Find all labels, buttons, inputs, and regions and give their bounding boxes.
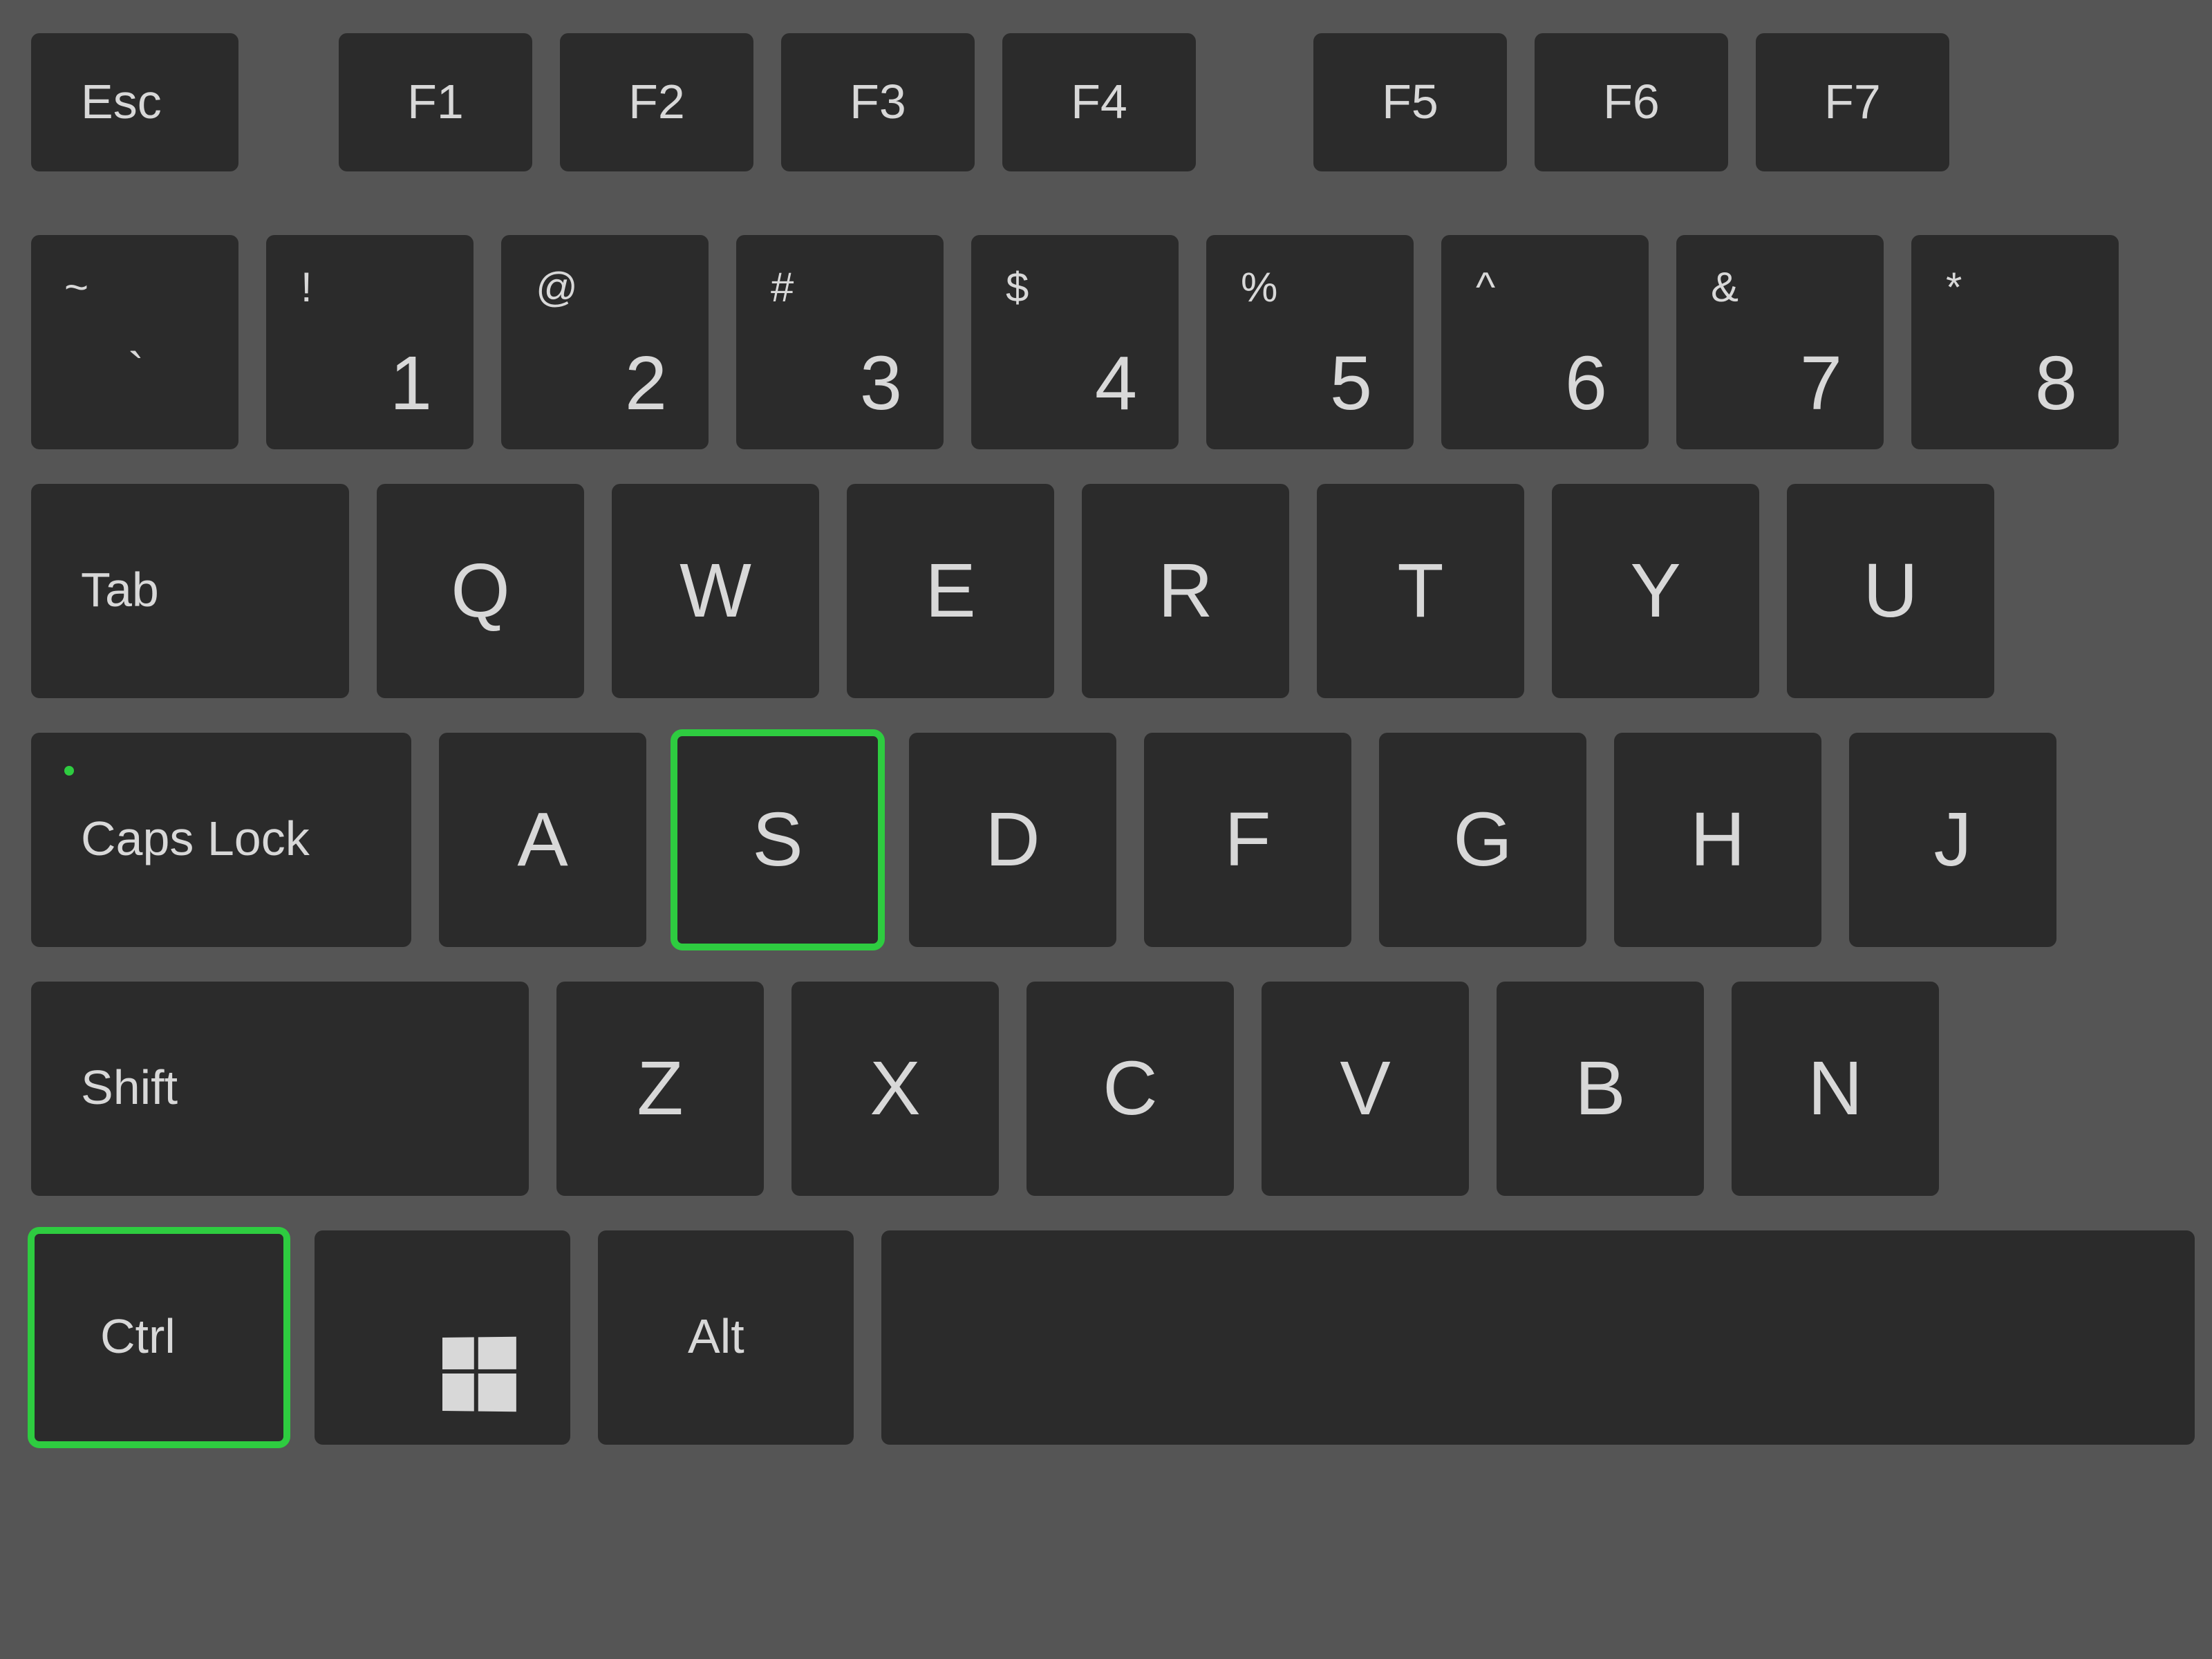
key-alt[interactable]: Alt [598,1230,854,1445]
key-tilde-lower: ` [128,346,144,394]
key-z-label: Z [637,1051,683,1127]
key-t[interactable]: T [1317,484,1524,698]
key-a[interactable]: A [439,733,646,947]
key-q[interactable]: Q [377,484,584,698]
key-2[interactable]: @ 2 [501,235,709,449]
key-g-label: G [1453,802,1512,878]
key-c-label: C [1103,1051,1157,1127]
key-f5-label: F5 [1382,77,1438,126]
key-f5[interactable]: F5 [1313,33,1507,171]
key-f4-label: F4 [1071,77,1127,126]
key-2-lower: 2 [625,346,667,422]
key-y[interactable]: Y [1552,484,1759,698]
key-1[interactable]: ! 1 [266,235,474,449]
key-h-label: H [1690,802,1745,878]
key-4-upper: $ [1006,267,1029,308]
key-j[interactable]: J [1849,733,2056,947]
key-win[interactable] [315,1230,570,1445]
key-4-lower: 4 [1095,346,1137,422]
key-5-lower: 5 [1330,346,1372,422]
key-tab[interactable]: Tab [31,484,349,698]
key-d-label: D [985,802,1040,878]
key-t-label: T [1397,553,1443,629]
key-4[interactable]: $ 4 [971,235,1179,449]
key-tilde-upper: ~ [64,267,88,308]
key-h[interactable]: H [1614,733,1821,947]
key-e-label: E [925,553,975,629]
key-ctrl-label: Ctrl [100,1312,176,1360]
key-7[interactable]: & 7 [1676,235,1884,449]
key-f[interactable]: F [1144,733,1351,947]
key-space[interactable] [881,1230,2195,1445]
key-b-label: B [1575,1051,1625,1127]
key-shift[interactable]: Shift [31,982,529,1196]
key-6[interactable]: ^ 6 [1441,235,1649,449]
key-caps-label: Caps Lock [81,814,310,863]
key-r-label: R [1158,553,1212,629]
key-caps-lock[interactable]: Caps Lock [31,733,411,947]
key-f6[interactable]: F6 [1535,33,1728,171]
key-esc-label: Esc [81,77,162,126]
key-w-label: W [679,553,751,629]
key-7-upper: & [1711,267,1738,308]
key-f7[interactable]: F7 [1756,33,1949,171]
key-5[interactable]: % 5 [1206,235,1414,449]
key-shift-label: Shift [81,1063,178,1112]
key-3-upper: # [771,267,794,308]
key-b[interactable]: B [1497,982,1704,1196]
key-j-label: J [1934,802,1972,878]
key-2-upper: @ [536,267,578,308]
key-3-lower: 3 [860,346,902,422]
key-6-upper: ^ [1476,267,1495,308]
key-x[interactable]: X [791,982,999,1196]
key-8[interactable]: * 8 [1911,235,2119,449]
key-3[interactable]: # 3 [736,235,944,449]
windows-logo-icon [442,1337,515,1410]
caps-lock-led-icon [64,766,74,776]
key-z[interactable]: Z [556,982,764,1196]
key-7-lower: 7 [1800,346,1842,422]
key-w[interactable]: W [612,484,819,698]
key-8-upper: * [1946,267,1962,308]
key-u-label: U [1863,553,1918,629]
key-6-lower: 6 [1565,346,1607,422]
key-e[interactable]: E [847,484,1054,698]
key-x-label: X [870,1051,920,1127]
keyboard: Esc F1 F2 F3 F4 F5 F6 F7 ~ ` ! 1 @ 2 # 3… [0,0,2212,1659]
key-n[interactable]: N [1732,982,1939,1196]
key-f1-label: F1 [407,77,464,126]
key-f4[interactable]: F4 [1002,33,1196,171]
key-y-label: Y [1630,553,1680,629]
key-ctrl[interactable]: Ctrl [31,1230,287,1445]
key-tilde[interactable]: ~ ` [31,235,238,449]
key-5-upper: % [1241,267,1277,308]
key-alt-label: Alt [688,1312,744,1360]
key-1-lower: 1 [390,346,432,422]
key-8-lower: 8 [2035,346,2077,422]
key-f2-label: F2 [628,77,685,126]
key-v-label: V [1340,1051,1390,1127]
key-f3-label: F3 [850,77,906,126]
key-n-label: N [1808,1051,1862,1127]
key-g[interactable]: G [1379,733,1586,947]
key-c[interactable]: C [1027,982,1234,1196]
key-f7-label: F7 [1824,77,1881,126]
key-s[interactable]: S [674,733,881,947]
key-a-label: A [517,802,568,878]
key-f3[interactable]: F3 [781,33,975,171]
key-s-label: S [752,802,803,878]
key-f6-label: F6 [1603,77,1660,126]
key-d[interactable]: D [909,733,1116,947]
key-f1[interactable]: F1 [339,33,532,171]
key-tab-label: Tab [81,565,159,614]
key-esc[interactable]: Esc [31,33,238,171]
key-u[interactable]: U [1787,484,1994,698]
key-q-label: Q [451,553,510,629]
key-f2[interactable]: F2 [560,33,753,171]
key-f-label: F [1224,802,1271,878]
key-v[interactable]: V [1262,982,1469,1196]
key-1-upper: ! [301,267,312,308]
key-r[interactable]: R [1082,484,1289,698]
